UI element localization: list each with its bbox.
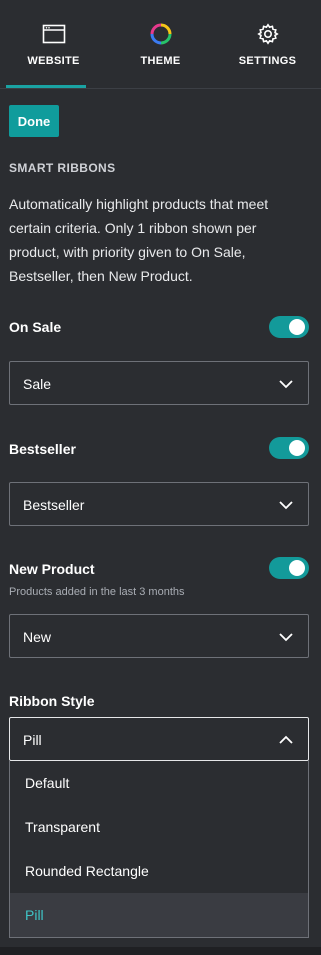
select-value: Bestseller (23, 497, 85, 513)
new-product-label: New Product (9, 561, 95, 577)
new-product-ribbon-select[interactable]: New (9, 614, 309, 658)
tab-website[interactable]: WEBSITE (0, 0, 107, 89)
new-product-toggle[interactable] (269, 557, 309, 579)
toggle-knob (289, 319, 305, 335)
ribbon-style-dropdown-menu: Default Transparent Rounded Rectangle Pi… (9, 761, 309, 938)
select-value: Sale (23, 376, 52, 392)
on-sale-toggle[interactable] (269, 316, 309, 338)
dropdown-option-default[interactable]: Default (10, 761, 308, 805)
dropdown-option-transparent[interactable]: Transparent (10, 805, 308, 849)
ribbon-style-select[interactable]: Pill (9, 717, 309, 761)
tab-label: SETTINGS (238, 55, 297, 67)
chevron-down-icon (279, 501, 293, 510)
chevron-down-icon (279, 380, 293, 389)
new-product-sublabel: Products added in the last 3 months (9, 586, 185, 598)
tab-settings[interactable]: SETTINGS (214, 0, 321, 89)
bestseller-label: Bestseller (9, 441, 76, 457)
done-button[interactable]: Done (9, 105, 59, 137)
tab-label: WEBSITE (27, 55, 80, 67)
footer-strip (0, 947, 321, 955)
on-sale-ribbon-select[interactable]: Sale (9, 361, 309, 405)
section-title: SMART RIBBONS (9, 161, 116, 175)
color-wheel-icon (148, 22, 174, 46)
dropdown-option-pill[interactable]: Pill (10, 893, 308, 937)
toggle-knob (289, 560, 305, 576)
tab-theme[interactable]: THEME (107, 0, 214, 89)
option-label: Pill (25, 907, 44, 923)
option-label: Transparent (25, 819, 100, 835)
bestseller-ribbon-select[interactable]: Bestseller (9, 482, 309, 526)
gear-icon (255, 22, 281, 46)
option-label: Rounded Rectangle (25, 863, 149, 879)
option-label: Default (25, 775, 70, 791)
dropdown-option-rounded-rectangle[interactable]: Rounded Rectangle (10, 849, 308, 893)
toggle-knob (289, 440, 305, 456)
chevron-down-icon (279, 633, 293, 642)
section-description: Automatically highlight products that me… (9, 196, 269, 284)
select-value: Pill (23, 732, 42, 748)
chevron-up-icon (279, 735, 293, 744)
bestseller-toggle[interactable] (269, 437, 309, 459)
browser-window-icon (41, 22, 67, 46)
select-value: New (23, 629, 52, 645)
tab-label: THEME (140, 55, 181, 67)
ribbon-style-label: Ribbon Style (9, 693, 95, 709)
tab-bar: WEBSITE THEME SETTINGS (0, 0, 321, 89)
active-tab-indicator (6, 85, 86, 88)
on-sale-label: On Sale (9, 319, 62, 335)
